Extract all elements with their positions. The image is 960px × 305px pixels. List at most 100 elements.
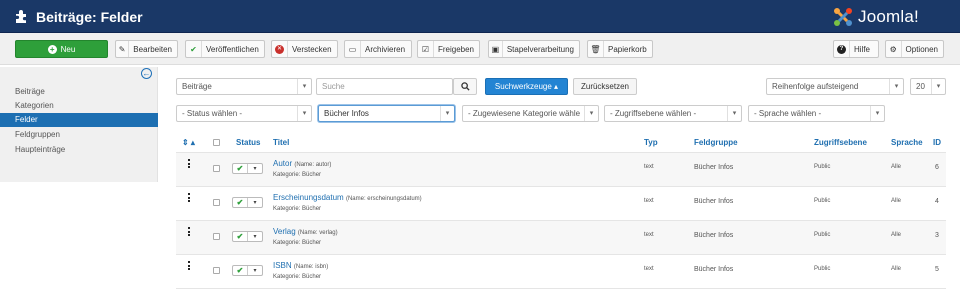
- row-checkbox[interactable]: [213, 165, 220, 172]
- language-filter-value: - Sprache wählen -: [754, 109, 822, 118]
- field-language: Alle: [891, 266, 902, 272]
- unpublish-button-label: Verstecken: [292, 44, 332, 54]
- drag-handle-icon[interactable]: [188, 261, 191, 270]
- checkin-button[interactable]: ☑ Freigeben: [417, 40, 480, 58]
- options-button-label: Optionen: [905, 44, 938, 54]
- field-category: Kategorie: Bücher: [273, 240, 322, 246]
- sidebar-item-haupteintraege[interactable]: Haupteinträge: [0, 143, 158, 157]
- status-dropdown-icon[interactable]: ▾: [248, 232, 262, 241]
- row-checkbox[interactable]: [213, 267, 220, 274]
- status-toggle[interactable]: ✔ ▾: [232, 163, 263, 174]
- field-title: ISBN (Name: isbn): [273, 261, 328, 270]
- id-column-header[interactable]: ID: [933, 138, 941, 147]
- status-filter[interactable]: - Status wählen - ▾: [176, 105, 312, 122]
- publish-button-label: Veröffentlichen: [206, 44, 259, 54]
- field-type: text: [644, 198, 654, 204]
- field-title-link[interactable]: Autor: [273, 159, 292, 168]
- search-icon: [460, 82, 470, 91]
- field-category: Kategorie: Bücher: [273, 274, 322, 280]
- context-select-value: Beiträge: [182, 82, 212, 91]
- limit-select-value: 20: [916, 82, 925, 91]
- search-input[interactable]: Suche: [316, 78, 453, 95]
- edit-button-label: Bearbeiten: [133, 44, 172, 54]
- title-column-header[interactable]: Titel: [273, 138, 289, 147]
- drag-handle-icon[interactable]: [188, 193, 191, 202]
- drag-handle-icon[interactable]: [188, 227, 191, 236]
- new-button[interactable]: + Neu: [15, 40, 108, 58]
- status-dropdown-icon[interactable]: ▾: [248, 266, 262, 275]
- reset-button[interactable]: Zurücksetzen: [573, 78, 637, 95]
- search-tools-button[interactable]: Suchwerkzeuge ▴: [485, 78, 568, 95]
- field-title: Erscheinungsdatum (Name: erscheinungsdat…: [273, 193, 422, 202]
- edit-button[interactable]: ✎ Bearbeiten: [115, 40, 178, 58]
- chevron-down-icon: ▾: [727, 106, 741, 121]
- field-category: Kategorie: Bücher: [273, 206, 322, 212]
- search-button[interactable]: [453, 78, 477, 95]
- chevron-down-icon: ▾: [297, 79, 311, 94]
- field-title: Verlag (Name: verlag): [273, 227, 338, 236]
- help-icon: ?: [834, 41, 850, 57]
- field-language: Alle: [891, 232, 902, 238]
- gear-icon: ⚙: [886, 41, 902, 57]
- sidebar-item-kategorien[interactable]: Kategorien: [0, 99, 158, 113]
- context-select[interactable]: Beiträge ▾: [176, 78, 312, 95]
- status-column-header[interactable]: Status: [236, 138, 260, 147]
- edit-icon: ✎: [116, 41, 130, 57]
- field-id: 4: [935, 198, 939, 205]
- field-language: Alle: [891, 198, 902, 204]
- sidebar-item-feldgruppen[interactable]: Feldgruppen: [0, 128, 158, 142]
- archive-button[interactable]: ▭ Archivieren: [344, 40, 412, 58]
- batch-icon: ▣: [489, 41, 503, 57]
- field-id: 6: [935, 164, 939, 171]
- field-id: 5: [935, 266, 939, 273]
- joomla-logo-icon: [834, 8, 852, 26]
- field-access: Public: [814, 164, 831, 170]
- group-column-header[interactable]: Feldgruppe: [694, 138, 738, 147]
- status-dropdown-icon[interactable]: ▾: [248, 164, 262, 173]
- limit-select[interactable]: 20 ▾: [910, 78, 946, 95]
- language-column-header[interactable]: Sprache: [891, 138, 923, 147]
- ordering-select[interactable]: Reihenfolge aufsteigend ▾: [766, 78, 904, 95]
- published-check-icon[interactable]: ✔: [233, 266, 248, 275]
- access-column-header[interactable]: Zugriffsebene: [814, 138, 867, 147]
- status-toggle[interactable]: ✔ ▾: [232, 231, 263, 242]
- row-checkbox[interactable]: [213, 233, 220, 240]
- select-all-checkbox[interactable]: [213, 139, 220, 146]
- category-filter[interactable]: - Zugewiesene Kategorie wähle ▾: [462, 105, 599, 122]
- drag-handle-icon[interactable]: [188, 159, 191, 168]
- sidebar-item-beitraege[interactable]: Beiträge: [0, 85, 158, 99]
- sidebar-item-felder[interactable]: Felder: [0, 113, 158, 127]
- field-title-link[interactable]: Verlag: [273, 227, 296, 236]
- language-filter[interactable]: - Sprache wählen - ▾: [748, 105, 885, 122]
- field-title-link[interactable]: Erscheinungsdatum: [273, 193, 344, 202]
- joomla-logo-text: Joomla!: [858, 7, 919, 26]
- toolbar: + Neu ✎ Bearbeiten ✔ Veröffentlichen ✕ V…: [0, 33, 960, 65]
- field-group-filter-value: Bücher Infos: [324, 109, 369, 118]
- status-toggle[interactable]: ✔ ▾: [232, 197, 263, 208]
- help-button[interactable]: ? Hilfe: [833, 40, 879, 58]
- field-group-filter[interactable]: Bücher Infos ▾: [318, 105, 455, 122]
- field-category: Kategorie: Bücher: [273, 172, 322, 178]
- type-column-header[interactable]: Typ: [644, 138, 658, 147]
- access-filter[interactable]: - Zugriffsebene wählen - ▾: [604, 105, 742, 122]
- unpublish-button[interactable]: ✕ Verstecken: [271, 40, 338, 58]
- published-check-icon[interactable]: ✔: [233, 198, 248, 207]
- status-dropdown-icon[interactable]: ▾: [248, 198, 262, 207]
- field-title-link[interactable]: ISBN: [273, 261, 292, 270]
- joomla-logo[interactable]: Joomla!: [832, 5, 919, 29]
- status-toggle[interactable]: ✔ ▾: [232, 265, 263, 276]
- publish-button[interactable]: ✔ Veröffentlichen: [185, 40, 265, 58]
- collapse-sidebar-icon[interactable]: ←: [141, 68, 152, 79]
- check-icon: ✔: [186, 41, 202, 57]
- row-divider: [176, 288, 946, 289]
- trash-button[interactable]: 🗑 Papierkorb: [587, 40, 653, 58]
- unpublish-icon: ✕: [272, 41, 288, 57]
- options-button[interactable]: ⚙ Optionen: [885, 40, 944, 58]
- chevron-down-icon: ▾: [297, 106, 311, 121]
- batch-button[interactable]: ▣ Stapelverarbeitung: [488, 40, 580, 58]
- row-checkbox[interactable]: [213, 199, 220, 206]
- chevron-down-icon: ▾: [931, 79, 945, 94]
- order-column-header[interactable]: ⇕ ▴: [182, 138, 195, 147]
- published-check-icon[interactable]: ✔: [233, 232, 248, 241]
- published-check-icon[interactable]: ✔: [233, 164, 248, 173]
